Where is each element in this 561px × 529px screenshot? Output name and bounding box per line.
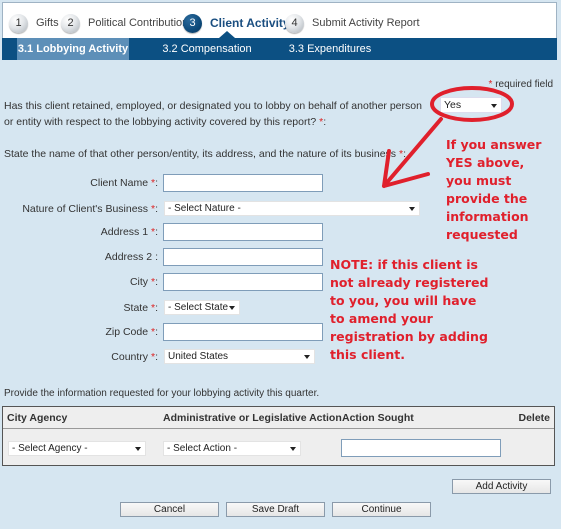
action-select-value: - Select Action - [167,443,238,454]
state-select-value: - Select State - [168,302,235,313]
agency-select-value: - Select Agency - [12,443,88,454]
state-prompt-text: State the name of that other person/enti… [4,148,397,160]
table-header: City Agency Administrative or Legislativ… [3,407,554,429]
action-sought-input[interactable] [341,439,501,457]
state-label: State *: [123,302,158,314]
active-step-caret [219,31,235,38]
activity-table: City Agency Administrative or Legislativ… [2,406,555,466]
step-number: 2 [61,13,80,33]
registration-annotation: NOTE: if this client is not already regi… [330,257,489,362]
step-submit-activity-report[interactable]: 4 Submit Activity Report [285,13,420,33]
step-gifts[interactable]: 1 Gifts [9,13,59,33]
save-draft-button[interactable]: Save Draft [226,502,325,517]
yes-annotation: If you answer YES above, you must provid… [446,137,542,242]
zip-label: Zip Code *: [105,326,158,338]
country-select[interactable]: United States [164,349,315,364]
address1-row: Address 1 *: [0,223,440,243]
step-label: Political Contributions [88,17,194,29]
country-label: Country *: [111,351,158,363]
required-field-note: * required field [489,79,554,90]
column-delete: Delete [518,412,550,424]
tab-lobbying-activity[interactable]: 3.1 Lobbying Activity [17,38,129,60]
nature-label: Nature of Client's Business *: [22,203,158,215]
step-label: Gifts [36,17,59,29]
sub-navigation: 3.1 Lobbying Activity 3.2 Compensation 3… [2,38,557,60]
step-political-contributions[interactable]: 2 Political Contributions [61,13,194,33]
chevron-down-icon [290,447,296,451]
retained-select-value: Yes [444,99,462,111]
client-name-input[interactable] [163,174,323,192]
required-star: * [488,79,493,90]
step-progress: 1 Gifts 2 Political Contributions 3 Clie… [2,2,557,38]
column-action-sought: Action Sought [342,412,414,424]
chevron-down-icon [229,306,235,310]
step-client-activity[interactable]: 3 Client Activity [183,13,290,33]
chevron-down-icon [304,355,310,359]
country-select-value: United States [168,351,229,362]
step-label: Submit Activity Report [312,17,420,29]
header: 1 Gifts 2 Political Contributions 3 Clie… [0,0,561,64]
step-number: 3 [183,13,202,33]
city-label: City *: [129,276,158,288]
step-number: 1 [9,13,28,33]
nature-row: Nature of Client's Business *: - Select … [0,200,440,220]
required-star: * [398,148,404,160]
add-activity-button[interactable]: Add Activity [452,479,551,494]
client-name-label: Client Name *: [90,177,158,189]
step-label: Client Activity [210,16,290,30]
chevron-down-icon [491,104,497,108]
address1-label: Address 1 *: [100,226,158,238]
chevron-down-icon [135,447,141,451]
address2-label: Address 2 : [104,251,158,263]
client-name-row: Client Name *: [0,174,440,194]
nature-select[interactable]: - Select Nature - [164,201,420,216]
chevron-down-icon [409,207,415,211]
activity-prompt: Provide the information requested for yo… [4,388,320,399]
required-note-text: required field [495,79,553,90]
question-suffix: : [323,116,327,128]
question-text: Has this client retained, employed, or d… [4,100,422,128]
city-input[interactable] [163,273,323,291]
address1-input[interactable] [163,223,323,241]
column-city-agency: City Agency [7,412,68,424]
tab-expenditures[interactable]: 3.3 Expenditures [287,38,373,60]
client-question: Has this client retained, employed, or d… [4,98,434,130]
retained-select[interactable]: Yes [440,97,502,113]
column-action: Administrative or Legislative Action [163,412,342,424]
cancel-button[interactable]: Cancel [120,502,219,517]
agency-select[interactable]: - Select Agency - [8,441,146,456]
state-select[interactable]: - Select State - [164,300,240,315]
action-select[interactable]: - Select Action - [163,441,301,456]
zip-input[interactable] [163,323,323,341]
state-prompt: State the name of that other person/enti… [4,148,406,160]
continue-button[interactable]: Continue [332,502,431,517]
address2-input[interactable] [163,248,323,266]
tab-compensation[interactable]: 3.2 Compensation [160,38,254,60]
step-number: 4 [285,13,304,33]
nature-select-value: - Select Nature - [168,203,241,214]
